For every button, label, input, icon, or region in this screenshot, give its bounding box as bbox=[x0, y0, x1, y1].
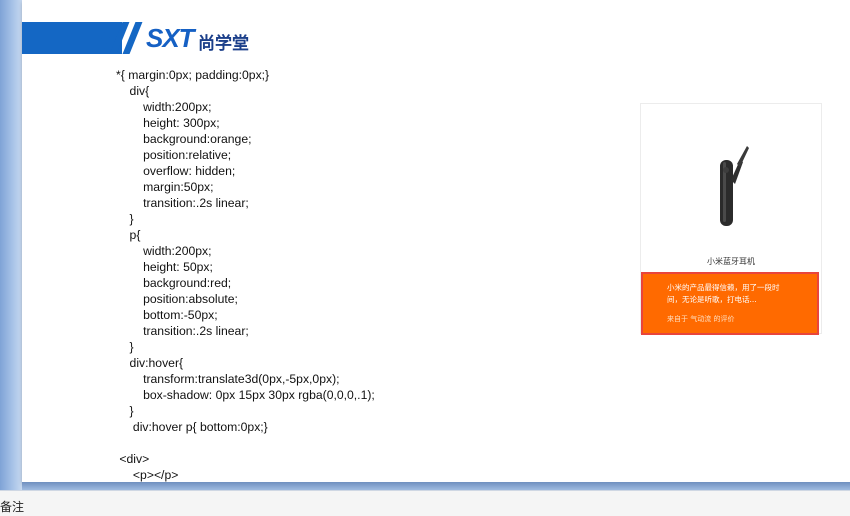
logo-chinese: 尚学堂 bbox=[198, 34, 249, 54]
desktop-background bbox=[0, 0, 22, 515]
product-name: 小米蓝牙耳机 bbox=[707, 257, 755, 266]
css-code-block: *{ margin:0px; padding:0px;} div{ width:… bbox=[116, 68, 375, 482]
bluetooth-headset-image bbox=[720, 146, 749, 226]
notes-bar[interactable]: 备注 bbox=[0, 490, 850, 516]
review-text: 小米的产品最得信赖，用了一段时间，无论是听歌，打电话... bbox=[667, 283, 780, 304]
hover-review-panel: 小米的产品最得信赖，用了一段时间，无论是听歌，打电话... 来自于 气动流 的评… bbox=[641, 272, 819, 335]
review-source: 来自于 气动流 的评价 bbox=[667, 315, 735, 323]
slide-shadow bbox=[22, 482, 850, 490]
presentation-slide: SXT 尚学堂 *{ margin:0px; padding:0px;} div… bbox=[22, 0, 850, 482]
product-demo-card[interactable]: 小米蓝牙耳机 小米的产品最得信赖，用了一段时间，无论是听歌，打电话... 来自于… bbox=[640, 103, 822, 335]
notes-label: 备注 bbox=[0, 500, 25, 514]
logo: SXT bbox=[146, 23, 195, 53]
